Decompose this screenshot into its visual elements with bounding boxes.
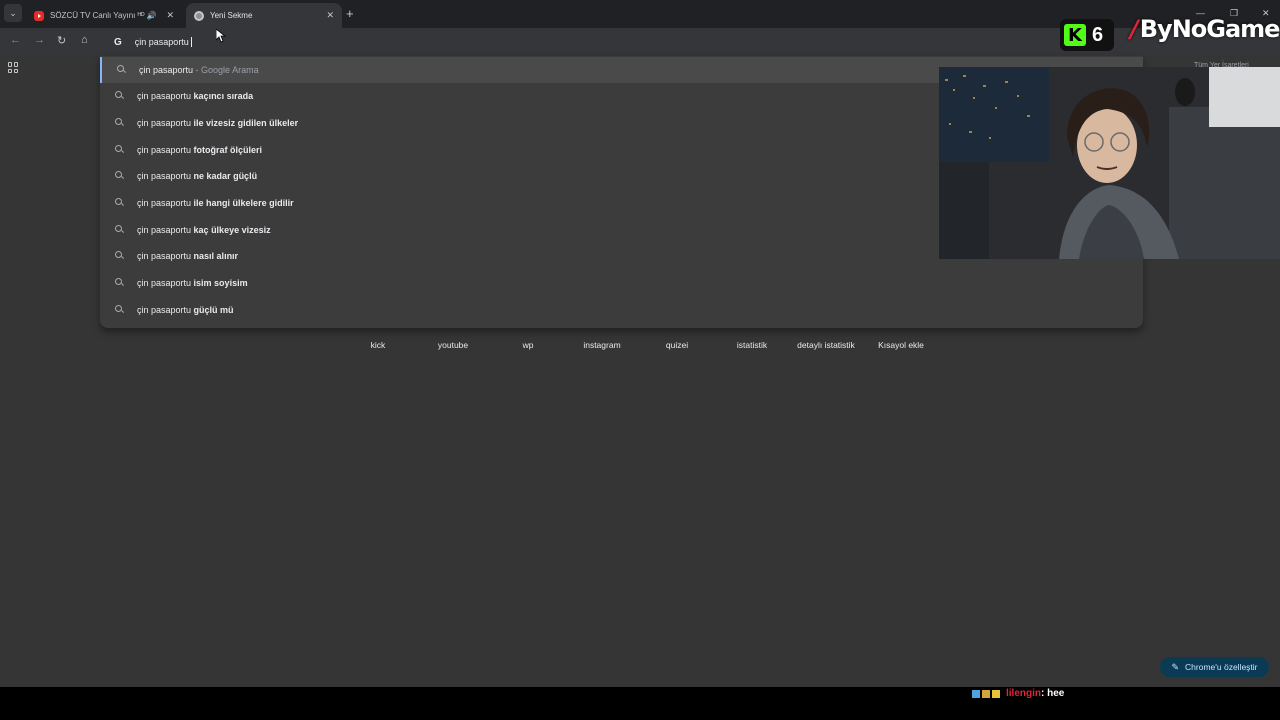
search-icon xyxy=(115,225,125,235)
tab-new-tab[interactable]: Yeni Sekme ✕ xyxy=(186,3,342,28)
shortcut-label: instagram xyxy=(583,340,621,350)
search-icon xyxy=(115,278,125,288)
crown-icon xyxy=(992,689,1000,698)
badge-icon xyxy=(982,689,990,698)
kick-count: 6 xyxy=(1092,23,1104,46)
shortcut-label: detaylı istatistik xyxy=(797,340,855,350)
tab-sozcu[interactable]: SÖZCÜ TV Canlı Yayını ᴴᴰ - ... 🔊 ✕ xyxy=(26,3,182,28)
mouse-cursor-icon xyxy=(216,29,226,43)
omnibox-input[interactable]: çin pasaportu xyxy=(135,37,189,47)
chevron-down-icon: ⌄ xyxy=(9,7,17,18)
chat-message: lilengin : hee xyxy=(972,688,1064,699)
shortcut-label: wp xyxy=(522,340,534,350)
customize-chrome-button[interactable]: ✎ Chrome'u özelleştir xyxy=(1160,657,1269,677)
text-caret xyxy=(190,37,192,47)
reload-icon[interactable]: ↻ xyxy=(57,34,66,47)
customize-label: Chrome'u özelleştir xyxy=(1185,662,1258,672)
search-icon xyxy=(115,91,125,101)
kick-viewer-badge: K 6 xyxy=(1060,19,1114,51)
stream-bottom-bar xyxy=(0,687,1280,720)
suggestion-item[interactable]: çin pasaportu güçlü mü xyxy=(100,297,1143,323)
chat-text: : hee xyxy=(1041,688,1065,699)
shortcut-label: kick xyxy=(370,340,386,350)
apps-grid-icon[interactable] xyxy=(8,62,19,73)
webcam-image xyxy=(939,67,1280,259)
home-icon[interactable]: ⌂ xyxy=(81,34,88,46)
shortcut-label: youtube xyxy=(437,340,469,350)
suggestion-item[interactable]: çin pasaportu isim soyisim xyxy=(100,270,1143,296)
tab-search-button[interactable]: ⌄ xyxy=(4,4,22,22)
forward-icon[interactable]: → xyxy=(34,34,45,46)
back-icon[interactable]: ← xyxy=(10,34,21,46)
new-tab-button[interactable]: + xyxy=(346,6,354,21)
badge-icon xyxy=(972,689,980,698)
shortcut-label: quizei xyxy=(665,340,689,350)
search-icon xyxy=(115,171,125,181)
omnibox[interactable]: G çin pasaportu xyxy=(108,31,1142,53)
chrome-favicon-icon xyxy=(194,10,204,21)
close-icon[interactable]: ✕ xyxy=(166,10,174,21)
youtube-favicon-icon xyxy=(34,10,44,21)
pencil-icon: ✎ xyxy=(1171,661,1180,672)
shortcut-label: Kısayol ekle xyxy=(878,340,924,350)
search-icon xyxy=(115,305,125,315)
speaker-icon[interactable]: 🔊 xyxy=(146,11,156,20)
chat-username: lilengin xyxy=(1006,688,1041,699)
google-icon: G xyxy=(114,36,122,48)
close-icon[interactable]: ✕ xyxy=(326,10,334,21)
search-icon xyxy=(117,65,127,75)
search-icon xyxy=(115,198,125,208)
tab-title: Yeni Sekme xyxy=(210,11,253,20)
search-icon xyxy=(115,251,125,261)
webcam-overlay xyxy=(939,67,1280,259)
bynogame-mark-icon: / xyxy=(1130,15,1139,43)
search-icon xyxy=(115,145,125,155)
kick-logo-icon: K xyxy=(1064,24,1086,46)
search-icon xyxy=(115,118,125,128)
tab-title: SÖZCÜ TV Canlı Yayını ᴴᴰ - ... xyxy=(50,11,146,20)
shortcut-label: istatistik xyxy=(736,340,768,350)
bynogame-logo: / ByNoGame xyxy=(1130,15,1280,43)
